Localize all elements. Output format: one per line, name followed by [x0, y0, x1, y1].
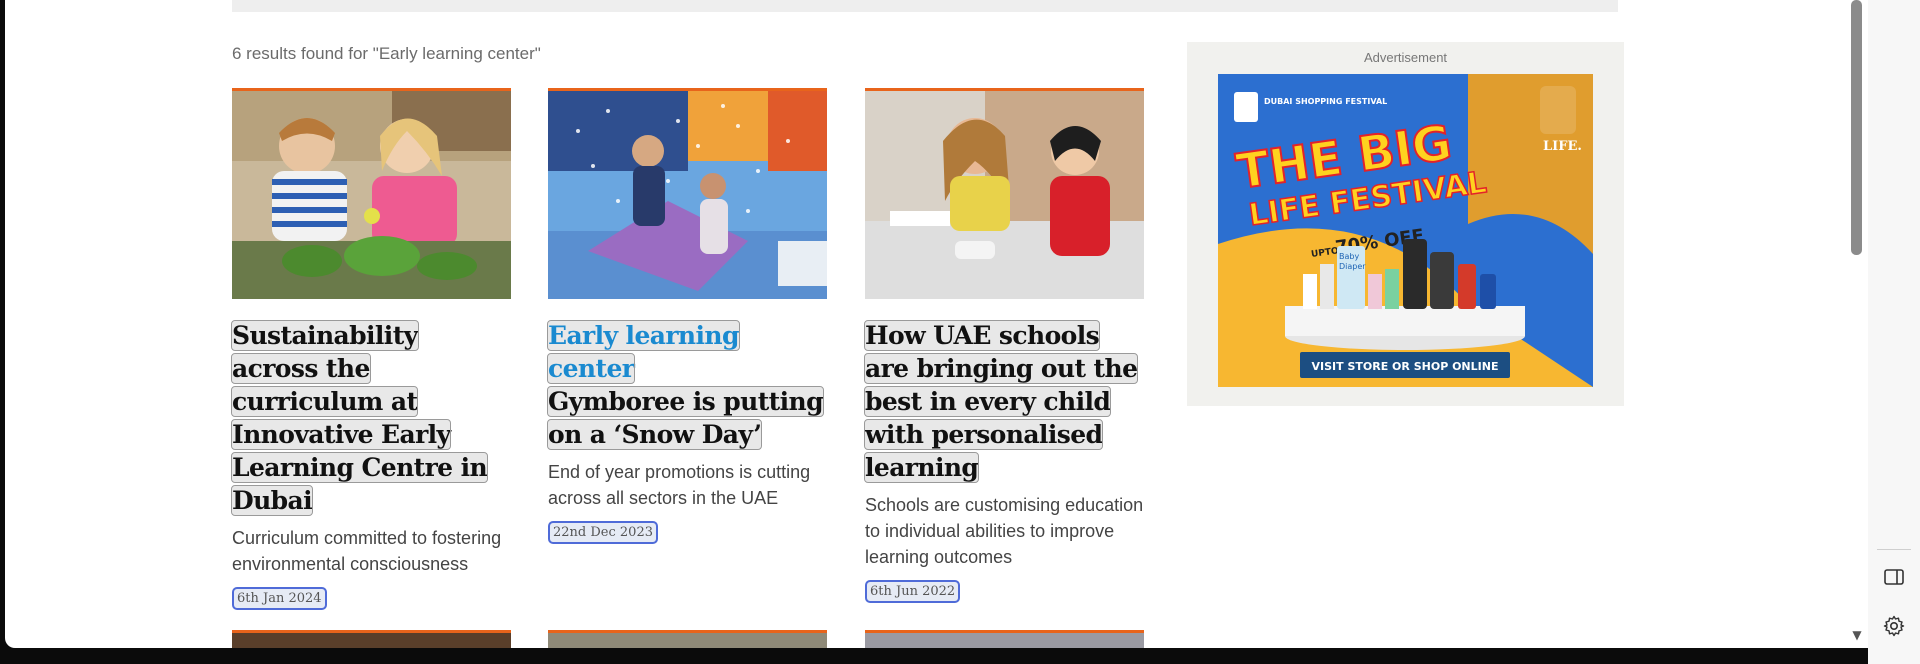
page-viewport: 6 results found for "Early learning cent… — [5, 0, 1848, 648]
article-thumbnail[interactable] — [865, 630, 1144, 648]
article-thumbnail[interactable] — [548, 88, 827, 299]
article-summary: End of year promotions is cutting across… — [548, 462, 811, 508]
dsf-logo-icon — [1234, 92, 1258, 122]
scroll-down-arrow-icon[interactable]: ▼ — [1849, 628, 1865, 644]
article-thumbnail[interactable] — [232, 630, 511, 648]
article-summary: Curriculum committed to fostering enviro… — [232, 528, 502, 574]
article-title[interactable]: Sustainability across the curriculum at … — [230, 319, 511, 517]
side-panel-divider — [1877, 549, 1911, 550]
article-summary: Schools are customising education to ind… — [865, 495, 1144, 567]
article-title[interactable]: How UAE schools are bringing out the bes… — [863, 319, 1144, 484]
search-bar-area — [232, 0, 1618, 12]
ad-logo-right-text: LIFE. — [1543, 139, 1582, 154]
article-date: 6th Jan 2024 — [232, 587, 327, 610]
advertisement-banner[interactable]: DUBAI SHOPPING FESTIVAL LIFE. THE BIG LI… — [1218, 74, 1593, 387]
article-thumbnail[interactable] — [232, 88, 511, 299]
article-title[interactable]: Early learning center Gymboree is putting… — [547, 319, 827, 451]
ad-cta-button[interactable]: VISIT STORE OR SHOP ONLINE — [1312, 360, 1499, 373]
children-snow-play-photo — [548, 91, 827, 299]
sidebar-panel-icon[interactable] — [1882, 565, 1906, 589]
advertisement-label: Advertisement — [1363, 50, 1448, 65]
results-count: 6 results found for "Early learning cent… — [232, 44, 541, 63]
teacher-with-student-photo — [865, 91, 1144, 299]
scrollbar-thumb[interactable] — [1851, 0, 1862, 255]
article-card[interactable]: Early learning center Gymboree is putting… — [547, 88, 827, 544]
article-thumbnail[interactable] — [865, 88, 1144, 299]
article-date: 22nd Dec 2023 — [548, 521, 658, 544]
ad-product-tag-1: Baby — [1339, 252, 1359, 261]
gear-icon[interactable] — [1882, 614, 1906, 638]
advertisement-box: Advertisement DUBAI SHOPPING FESTIVAL LI… — [1187, 42, 1624, 406]
article-date: 6th Jun 2022 — [865, 580, 961, 603]
article-card[interactable]: How UAE schools are bringing out the bes… — [863, 88, 1144, 603]
article-card[interactable]: Sustainability across the curriculum at … — [230, 88, 511, 610]
ad-product-tag-2: Diaper — [1339, 262, 1366, 271]
children-gardening-photo — [232, 91, 511, 299]
article-thumbnail[interactable] — [548, 630, 827, 648]
ad-logo-left-text: DUBAI SHOPPING FESTIVAL — [1264, 97, 1387, 106]
